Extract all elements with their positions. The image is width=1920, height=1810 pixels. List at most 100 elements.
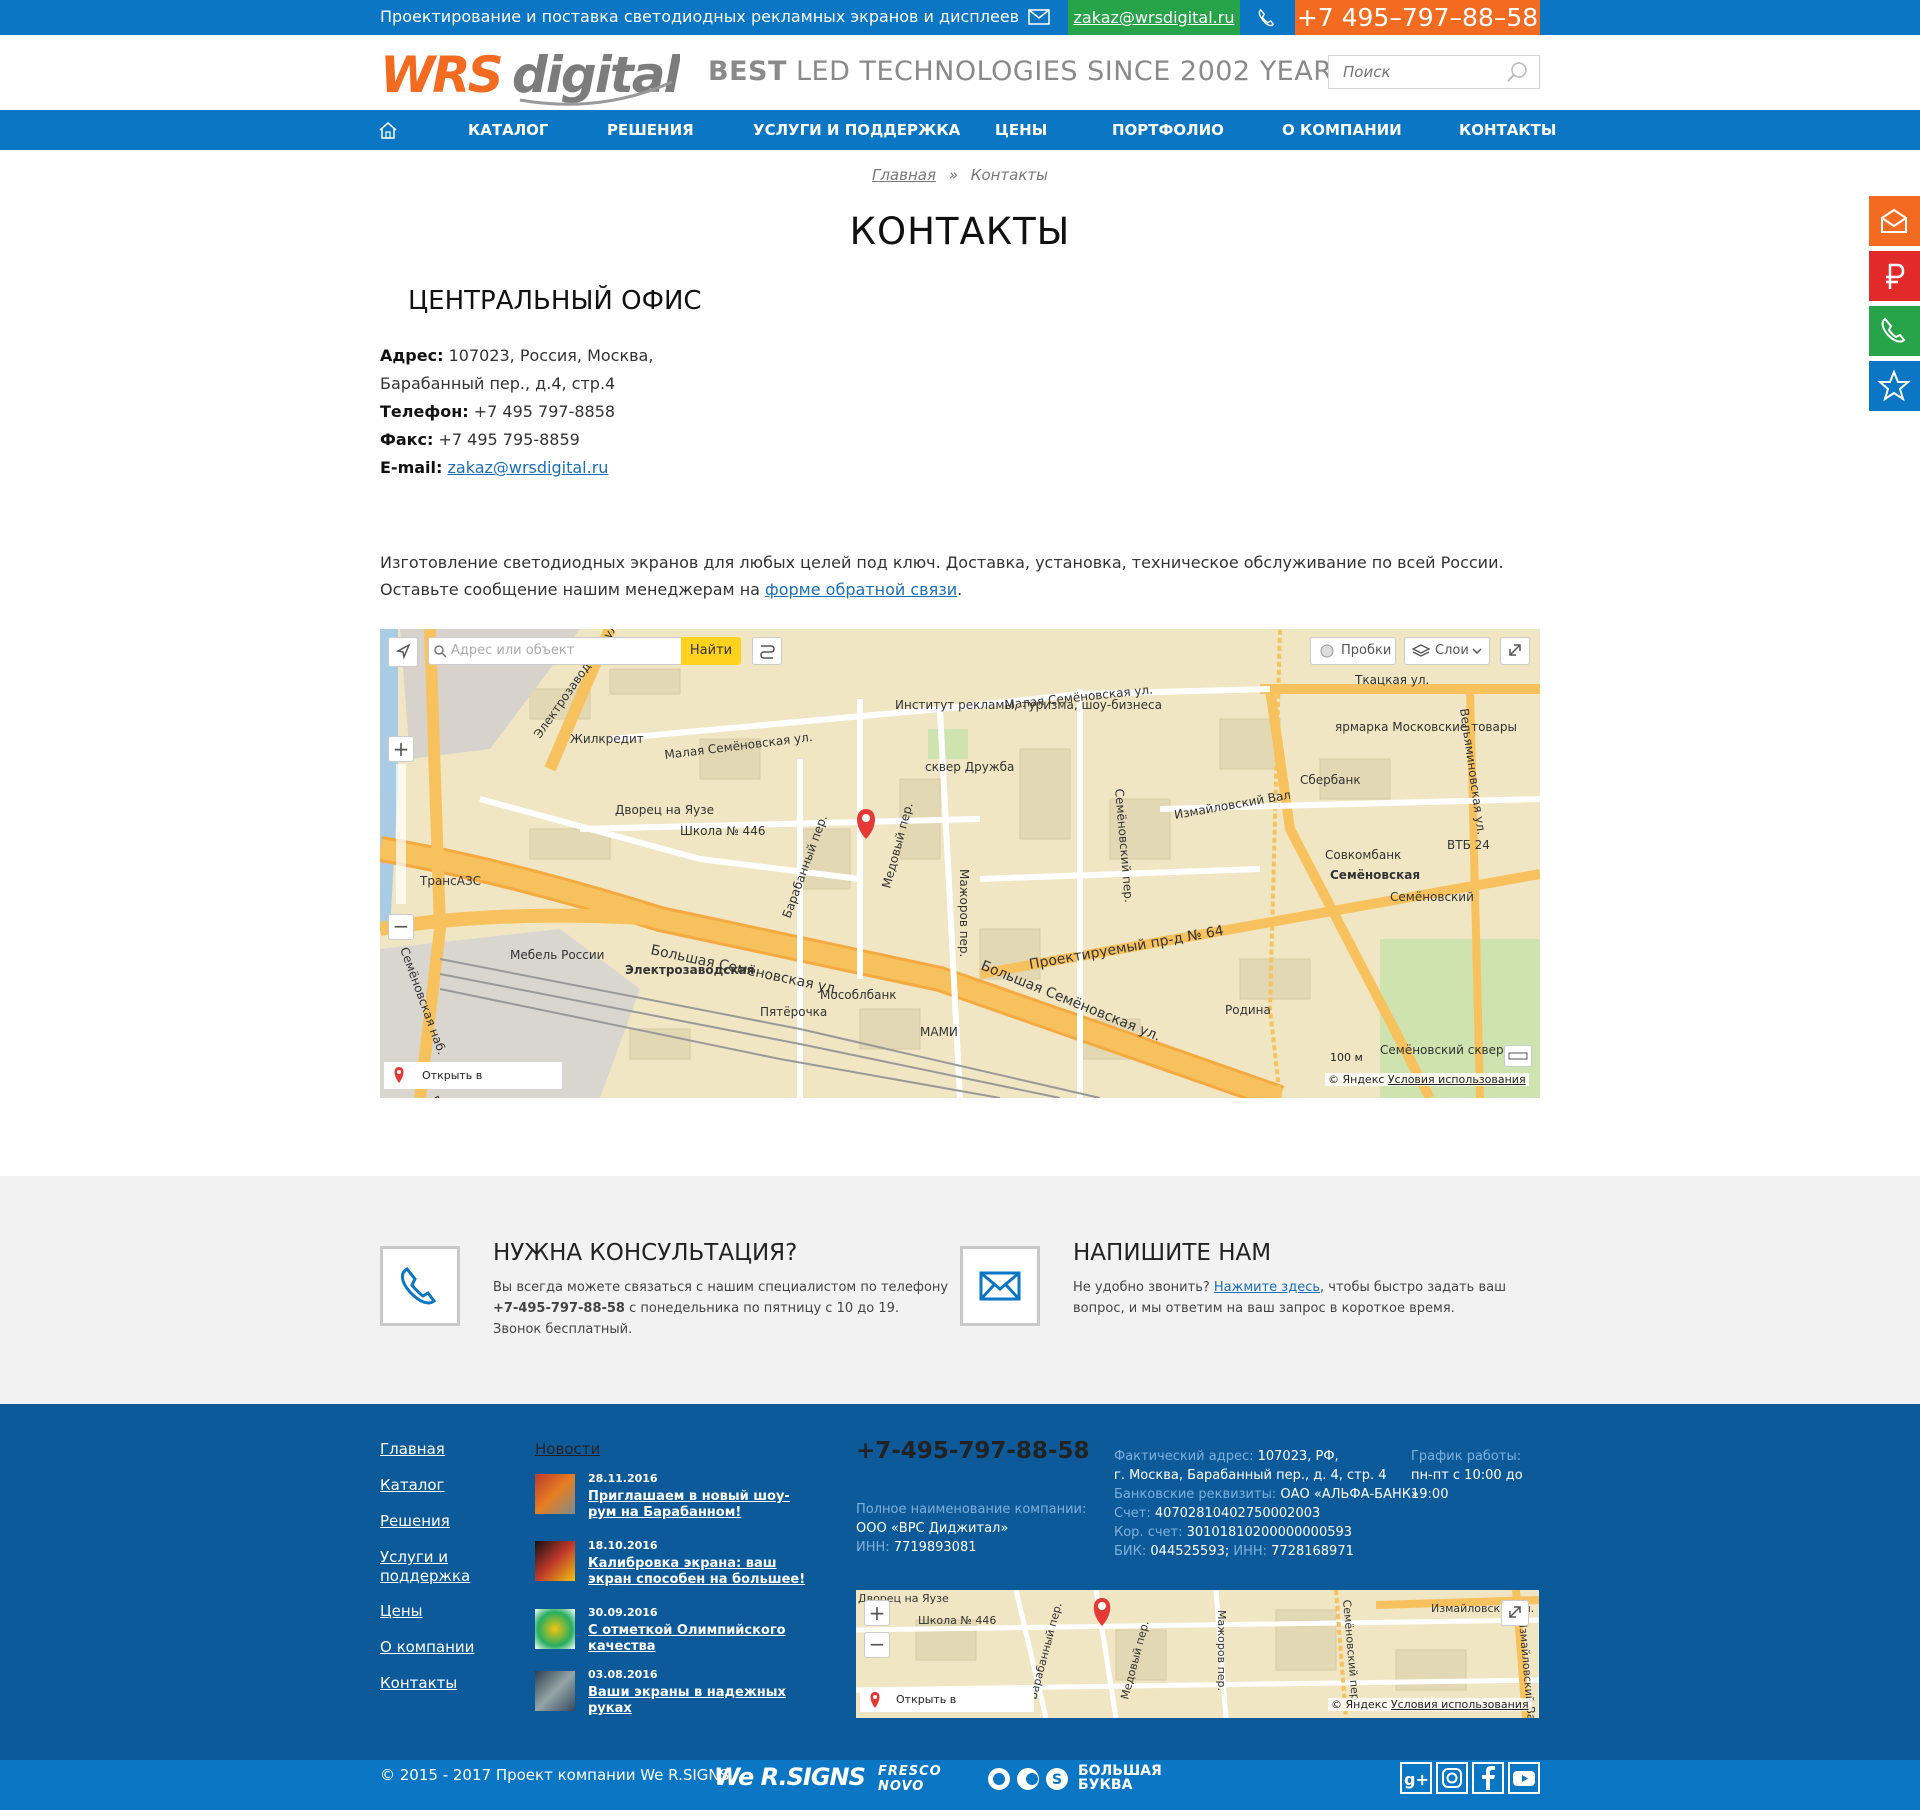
map-terms-link[interactable]: Условия использования [1388, 1073, 1526, 1086]
map-copyright: © Яндекс Условия использования [1325, 1073, 1529, 1086]
nav-solutions[interactable]: РЕШЕНИЯ [607, 110, 694, 150]
news-date: 18.10.2016 [588, 1539, 658, 1552]
svg-text:g+: g+ [1404, 1770, 1429, 1789]
map-layers-label: Слои [1435, 643, 1469, 658]
side-tab-favorite[interactable] [1869, 361, 1920, 411]
svg-text:Школа № 446: Школа № 446 [918, 1614, 996, 1627]
yandex-map[interactable]: Электрозаводская ул. Малая Семёновская у… [380, 629, 1540, 1098]
svg-text:Жилкредит: Жилкредит [570, 732, 644, 746]
footer-nav-catalog[interactable]: Каталог [380, 1476, 444, 1495]
news-thumbnail[interactable] [535, 1671, 575, 1711]
map-open-yandex-link[interactable]: Открыть в Яндекс.Картах [384, 1062, 562, 1098]
home-icon[interactable] [378, 120, 398, 140]
brand-wersigns-logo[interactable]: We R.SIGNS [714, 1763, 866, 1791]
top-phone-link[interactable]: +7 495–797–88–58 [1295, 0, 1540, 35]
map-canvas: Электрозаводская ул. Малая Семёновская у… [380, 629, 1540, 1098]
svg-text:ярмарка Московские товары: ярмарка Московские товары [1335, 720, 1517, 734]
phone-icon [1258, 8, 1275, 27]
footer-map-zoom-in[interactable]: + [864, 1600, 890, 1626]
map-fullscreen-button[interactable] [1500, 637, 1530, 665]
svg-text:Пятёрочка: Пятёрочка [760, 1005, 827, 1019]
nav-contacts[interactable]: КОНТАКТЫ [1459, 110, 1556, 150]
map-find-button[interactable]: Найти [681, 637, 741, 665]
svg-text:МАМИ: МАМИ [920, 1025, 958, 1039]
office-address-line1: Адрес: 107023, Россия, Москва, [380, 346, 654, 365]
svg-text:Дворец на Яузе: Дворец на Яузе [615, 803, 714, 817]
svg-text:Семёновская: Семёновская [1330, 868, 1420, 882]
top-email-link[interactable]: zakaz@wrsdigital.ru [1068, 0, 1240, 35]
breadcrumb: Главная » Контакты [0, 166, 1920, 184]
map-search-input[interactable]: Адрес или объект [428, 637, 683, 665]
footer-map-fullscreen[interactable] [1501, 1600, 1529, 1626]
news-link[interactable]: С отметкой Олимпийского качества [588, 1623, 818, 1655]
svg-text:S: S [1052, 1772, 1062, 1788]
breadcrumb-home[interactable]: Главная [872, 166, 936, 184]
news-thumbnail[interactable] [535, 1541, 575, 1581]
footer-phone: +7-495-797-88-58 [856, 1438, 1090, 1464]
svg-text:Мажоров пер.: Мажоров пер. [1215, 1610, 1228, 1691]
footer-map[interactable]: Дворец на Яузе Школа № 446 Барабанный пе… [856, 1590, 1539, 1718]
footer-map-open-link[interactable]: Открыть в Яндекс.Картах [860, 1688, 1034, 1718]
top-bar: Проектирование и поставка светодиодных р… [0, 0, 1920, 35]
brand-fresco-novo-logo[interactable]: FRESCO NOVO [878, 1764, 978, 1794]
footer-nav-prices[interactable]: Цены [380, 1602, 423, 1621]
side-tab-call[interactable] [1869, 306, 1920, 356]
search-icon[interactable] [1505, 60, 1529, 84]
map-traffic-label: Пробки [1341, 643, 1392, 658]
map-ruler-button[interactable] [1504, 1045, 1532, 1067]
ruler-icon [1508, 1052, 1528, 1060]
footer-map-terms-link[interactable]: Условия использования [1391, 1698, 1529, 1711]
nav-prices[interactable]: ЦЕНЫ [995, 110, 1047, 150]
news-link[interactable]: Приглашаем в новый шоу-рум на Барабанном… [588, 1489, 818, 1521]
open-mail-icon [1881, 208, 1907, 233]
news-link[interactable]: Ваши экраны в надежных руках [588, 1685, 818, 1717]
office-phone: Телефон: +7 495 797-8858 [380, 402, 616, 421]
footer-news-heading[interactable]: Новости [535, 1440, 600, 1458]
nav-services[interactable]: УСЛУГИ И ПОДДЕРЖКА [753, 110, 960, 150]
map-zoom-out-button[interactable]: − [388, 914, 414, 940]
footer-nav-contacts[interactable]: Контакты [380, 1674, 457, 1693]
youtube-link[interactable] [1508, 1762, 1540, 1794]
nav-catalog[interactable]: КАТАЛОГ [468, 110, 548, 150]
facebook-link[interactable] [1472, 1762, 1504, 1794]
expand-icon [1509, 1606, 1521, 1618]
office-email-link[interactable]: zakaz@wrsdigital.ru [448, 458, 609, 477]
phone-icon [401, 1267, 437, 1305]
footer-nav-solutions[interactable]: Решения [380, 1512, 450, 1531]
googleplus-link[interactable]: g+ [1400, 1762, 1432, 1794]
news-date: 28.11.2016 [588, 1472, 658, 1485]
route-icon [760, 645, 775, 659]
site-logo[interactable]: WRS digital [380, 42, 684, 110]
feedback-form-link[interactable]: форме обратной связи [765, 580, 957, 599]
news-thumbnail[interactable] [535, 1609, 575, 1649]
write-us-title: НАПИШИТЕ НАМ [1073, 1240, 1272, 1266]
footer-nav-about[interactable]: О компании [380, 1638, 474, 1657]
office-address-line2: Барабанный пер., д.4, стр.4 [380, 374, 616, 393]
top-slogan: Проектирование и поставка светодиодных р… [380, 7, 1020, 26]
svg-text:Совкомбанк: Совкомбанк [1325, 848, 1401, 862]
footer-nav-home[interactable]: Главная [380, 1440, 445, 1459]
brand-bolshaya-bukva-logo[interactable]: БОЛЬШАЯ БУКВА [1078, 1764, 1188, 1792]
map-scale: 100 м [1330, 1051, 1363, 1064]
side-tab-mail[interactable] [1869, 196, 1920, 246]
write-us-text: Не удобно звонить? Нажмите здесь, чтобы … [1073, 1280, 1506, 1316]
map-zoom-in-button[interactable]: + [388, 736, 414, 762]
footer-map-zoom-out[interactable]: − [864, 1632, 890, 1658]
consult-phone-box [380, 1246, 460, 1326]
nav-portfolio[interactable]: ПОРТФОЛИО [1112, 110, 1224, 150]
write-us-link[interactable]: Нажмите здесь [1214, 1280, 1320, 1295]
map-route-button[interactable] [752, 637, 782, 665]
footer-nav-services[interactable]: Услуги и поддержка [380, 1548, 480, 1586]
instagram-link[interactable] [1436, 1762, 1468, 1794]
nav-about[interactable]: О КОМПАНИИ [1282, 110, 1402, 150]
side-tab-price[interactable] [1869, 251, 1920, 301]
news-thumbnail[interactable] [535, 1474, 575, 1514]
map-zoom-slider[interactable] [396, 764, 406, 904]
search-icon [434, 645, 447, 658]
office-email: E-mail: zakaz@wrsdigital.ru [380, 458, 609, 477]
geolocation-icon [395, 643, 411, 660]
mail-icon [1028, 9, 1050, 25]
map-locate-button[interactable] [388, 637, 418, 667]
news-link[interactable]: Калибровка экрана: ваш экран способен на… [588, 1556, 818, 1588]
breadcrumb-separator: » [948, 166, 959, 184]
